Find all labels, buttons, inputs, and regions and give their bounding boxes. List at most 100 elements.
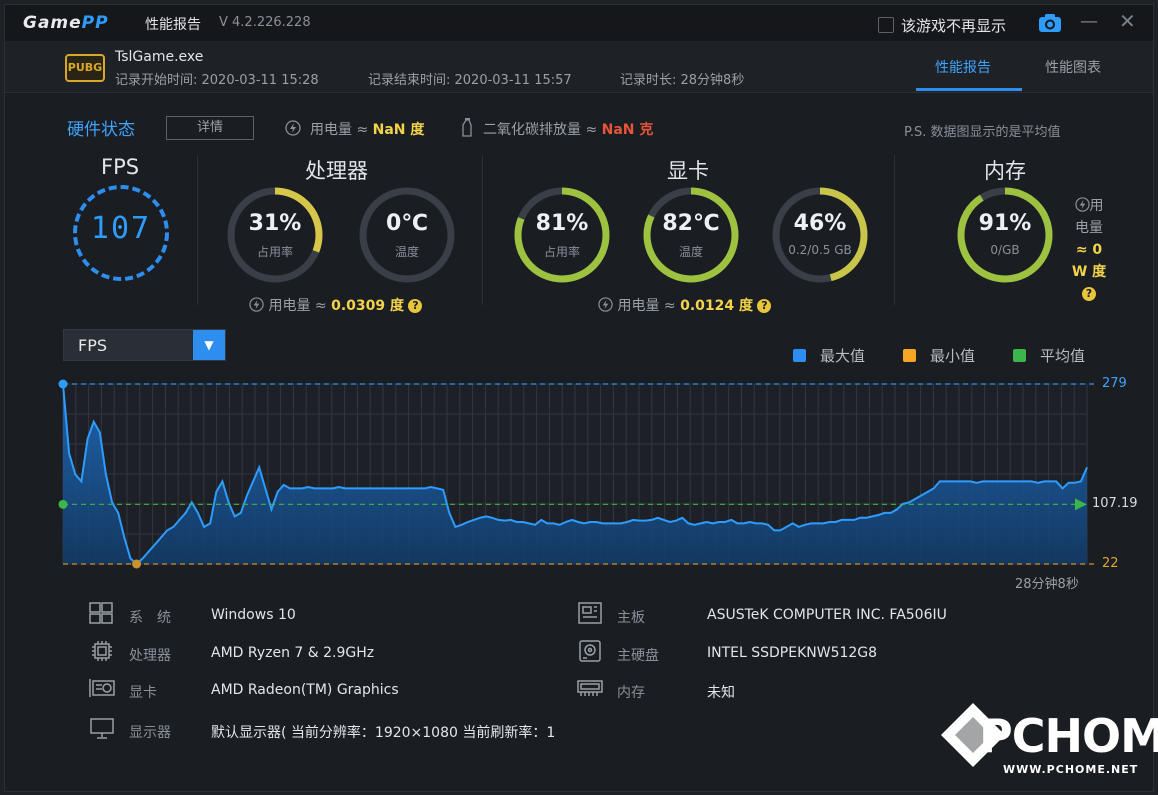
- gpu-usage-gauge: 81% 占用率: [512, 185, 612, 285]
- no-more-label[interactable]: 该游戏不再显示: [901, 15, 1006, 36]
- total-power: 用电量 ≈ NaN 度: [310, 119, 424, 139]
- legend-min-swatch: [903, 349, 916, 362]
- fps-value: 107: [90, 211, 152, 246]
- max-marker: [58, 379, 68, 389]
- memory-module-icon: [577, 680, 603, 696]
- gpu-vram-label: 0.2/0.5 GB: [788, 243, 852, 257]
- legend-max-swatch: [793, 349, 806, 362]
- game-exe-name: TslGame.exe: [115, 49, 204, 65]
- power-icon: [598, 297, 613, 312]
- window-title: 性能报告: [145, 17, 201, 33]
- power-icon: [1074, 197, 1090, 212]
- motherboard-icon: [578, 602, 602, 624]
- cpu-chip-icon: [92, 641, 112, 661]
- chart-max-label: 279: [1102, 376, 1127, 391]
- minimize-button[interactable]: —: [1080, 11, 1098, 32]
- cpu-usage-value: 31%: [248, 211, 302, 236]
- gpu-power-label: 用电量 ≈: [617, 298, 681, 314]
- mem-value: 未知: [707, 685, 735, 701]
- gpu-value: AMD Radeon(TM) Graphics: [211, 682, 399, 698]
- gpu-vram-value: 46%: [793, 211, 847, 236]
- close-button[interactable]: ✕: [1119, 9, 1136, 33]
- tab-performance-chart[interactable]: 性能图表: [1045, 57, 1101, 77]
- divider: [894, 155, 895, 305]
- gpu-power-value: 0.0124 度: [680, 298, 753, 314]
- power-icon: [249, 297, 264, 312]
- gamepp-window: GamePP 性能报告 V 4.2.226.228 该游戏不再显示 — ✕ PU…: [4, 4, 1158, 792]
- title-bar: GamePP 性能报告 V 4.2.226.228 该游戏不再显示 — ✕: [5, 5, 1153, 41]
- disk-value: INTEL SSDPEKNW512G8: [707, 645, 878, 661]
- pchome-url: WWW.PCHOME.NET: [1003, 763, 1139, 776]
- legend-avg: 平均值: [1013, 345, 1085, 366]
- no-more-checkbox[interactable]: [878, 17, 894, 33]
- logo-pp-text: PP: [81, 13, 109, 33]
- session-header: PUBG TslGame.exe 记录开始时间: 2020-03-11 15:2…: [5, 41, 1153, 93]
- cpu-temp-value: 0℃: [386, 211, 428, 236]
- avg-marker: [58, 499, 68, 509]
- legend-min-label: 最小值: [930, 347, 976, 365]
- fps-title: FPS: [101, 155, 140, 179]
- display-value: 默认显示器( 当前分辨率：1920×1080 当前刷新率：1: [211, 725, 556, 741]
- pchome-watermark: PCHOME WWW.PCHOME.NET: [933, 685, 1158, 785]
- board-value: ASUSTeK COMPUTER INC. FA506IU: [707, 607, 947, 623]
- fps-chart: 279 107.19 22 28分钟8秒: [5, 370, 1155, 595]
- co2-label: 二氧化碳排放量 ≈: [483, 122, 602, 138]
- os-label: 系 统: [129, 610, 171, 626]
- metric-select-value: FPS: [78, 336, 108, 355]
- ps-note: P.S. 数据图显示的是平均值: [904, 125, 1061, 140]
- chart-duration-label: 28分钟8秒: [1015, 577, 1079, 592]
- record-end-time: 记录结束时间: 2020-03-11 15:57: [368, 73, 572, 88]
- hard-disk-icon: [579, 640, 601, 662]
- disk-label: 主硬盘: [617, 648, 659, 664]
- min-marker: [132, 559, 142, 569]
- cpu-usage-label: 占用率: [256, 245, 293, 259]
- fps-gauge: 107: [71, 183, 171, 283]
- memory-power-line2: 电量: [1075, 220, 1103, 236]
- record-duration: 记录时长: 28分钟8秒: [620, 73, 745, 88]
- legend-max-label: 最大值: [820, 347, 866, 365]
- gpu-temp-gauge: 82℃ 温度: [641, 185, 741, 285]
- legend-max: 最大值: [793, 345, 865, 366]
- memory-usage-label: 0/GB: [990, 243, 1020, 257]
- chart-min-label: 22: [1102, 556, 1119, 571]
- windows-icon: [89, 602, 113, 624]
- gpu-usage-label: 占用率: [543, 245, 580, 259]
- metric-select[interactable]: FPS ▼: [63, 329, 226, 361]
- hardware-status-title: 硬件状态: [67, 120, 135, 140]
- cpu-temp-label: 温度: [394, 245, 419, 259]
- board-label: 主板: [617, 610, 645, 626]
- tab-performance-report[interactable]: 性能报告: [935, 57, 991, 77]
- total-power-label: 用电量 ≈: [310, 122, 373, 138]
- monitor-icon: [90, 718, 114, 739]
- detail-button[interactable]: 详情: [166, 116, 254, 140]
- cpu-usage-gauge: 31% 占用率: [225, 185, 325, 285]
- gpu-title: 显卡: [667, 159, 709, 183]
- memory-title: 内存: [984, 159, 1026, 183]
- legend-avg-label: 平均值: [1040, 347, 1086, 365]
- total-power-value: NaN 度: [372, 122, 425, 138]
- cpu-label: 处理器: [129, 648, 171, 664]
- chevron-down-icon[interactable]: ▼: [193, 330, 225, 360]
- fps-chart-svg: [58, 379, 1097, 569]
- camera-icon[interactable]: [1038, 13, 1062, 33]
- memory-power: 用 电量 ≈ 0 W 度 ?: [1071, 195, 1107, 305]
- game-badge-icon: PUBG: [65, 54, 105, 82]
- mem-label: 内存: [617, 685, 645, 701]
- cpu-title: 处理器: [305, 159, 368, 183]
- gpu-temp-value: 82℃: [662, 211, 720, 236]
- divider: [197, 155, 198, 305]
- help-icon[interactable]: ?: [1082, 287, 1096, 301]
- chart-avg-label: 107.19: [1092, 496, 1138, 511]
- gpu-vram-gauge: 46% 0.2/0.5 GB: [770, 185, 870, 285]
- gpu-label: 显卡: [129, 685, 157, 701]
- help-icon[interactable]: ?: [757, 299, 772, 313]
- gamepp-logo: GamePP: [23, 13, 109, 33]
- help-icon[interactable]: ?: [408, 299, 423, 313]
- record-start-time: 记录开始时间: 2020-03-11 15:28: [115, 73, 319, 88]
- gpu-usage-value: 81%: [535, 211, 589, 236]
- cpu-value: AMD Ryzen 7 & 2.9GHz: [211, 645, 375, 661]
- version-label: V 4.2.226.228: [219, 15, 311, 30]
- memory-power-line4: W 度: [1071, 264, 1107, 280]
- gpu-temp-label: 温度: [678, 245, 703, 259]
- legend-avg-swatch: [1013, 349, 1026, 362]
